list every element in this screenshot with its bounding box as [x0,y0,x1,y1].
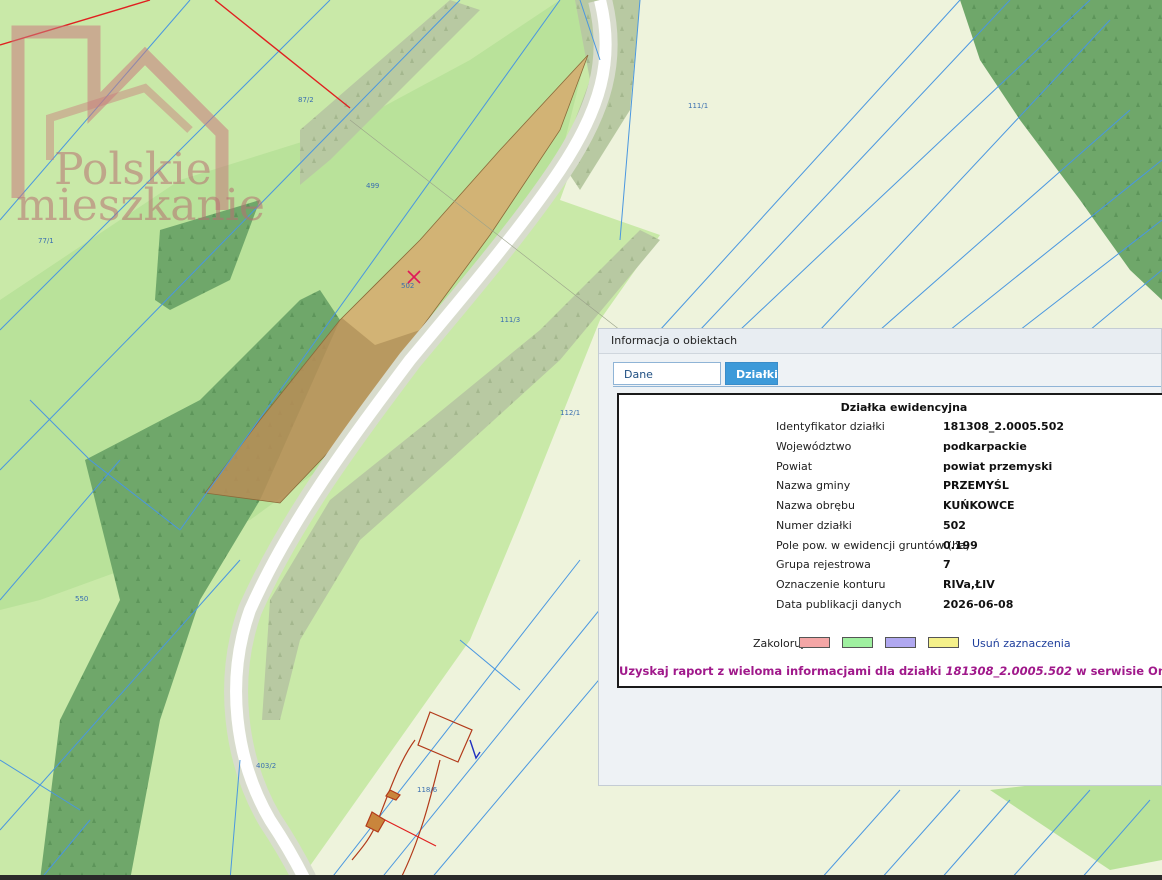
detail-row: Identyfikator działki 181308_2.0005.502 [619,420,1162,438]
report-link[interactable]: Uzyskaj raport z wieloma informacjami dl… [619,664,1162,678]
parcel-label: 499 [366,182,379,190]
color-swatch-purple[interactable] [885,637,916,648]
parcel-label: 118/6 [417,786,438,794]
detail-label: Nazwa obrębu [776,499,855,512]
watermark-text-line2: mieszkanie [16,180,265,231]
clear-selection-link[interactable]: Usuń zaznaczenia [972,637,1071,650]
detail-row: Nazwa obrębu KUŃKOWCE [619,499,1162,517]
color-swatch-red[interactable] [799,637,830,648]
detail-value: 0.199 [943,539,978,552]
parcel-label: 87/2 [298,96,314,104]
detail-label: Nazwa gminy [776,479,851,492]
plot-heading: Działka ewidencyjna [840,401,968,414]
parcel-label: 502 [401,282,414,290]
tab-plots[interactable]: Działki [725,362,778,385]
detail-row: Województwo podkarpackie [619,440,1162,458]
detail-row: Data publikacji danych 2026-06-08 [619,598,1162,616]
parcel-label: 77/1 [38,237,54,245]
detail-label: Identyfikator działki [776,420,885,433]
parcel-label: 550 [75,595,88,603]
detail-value: podkarpackie [943,440,1027,453]
detail-value: 181308_2.0005.502 [943,420,1065,433]
color-swatch-yellow[interactable] [928,637,959,648]
detail-label: Oznaczenie konturu [776,578,886,591]
report-plot-id: 181308_2.0005.502 [945,664,1072,678]
plot-details-box: Działka ewidencyjna Identyfikator działk… [617,393,1162,688]
detail-row: Numer działki 502 [619,519,1162,537]
detail-label: Numer działki [776,519,852,532]
detail-label: Województwo [776,440,852,453]
detail-value: powiat przemyski [943,460,1053,473]
detail-row: Powiat powiat przemyski [619,460,1162,478]
color-swatch-green[interactable] [842,637,873,648]
detail-value: RIVa,ŁIV [943,578,995,591]
detail-row: Oznaczenie konturu RIVa,ŁIV [619,578,1162,596]
detail-value: PRZEMYŚL [943,479,1009,492]
report-prefix: Uzyskaj raport z wieloma informacjami dl… [619,664,946,678]
detail-label: Data publikacji danych [776,598,902,611]
panel-title[interactable]: Informacja o obiektach [599,329,1161,354]
detail-value: 502 [943,519,966,532]
detail-label: Grupa rejestrowa [776,558,871,571]
detail-row: Pole pow. w ewidencji gruntów (ha) 0.199 [619,539,1162,557]
detail-row: Nazwa gminy PRZEMYŚL [619,479,1162,497]
bottom-bar [0,875,1162,880]
parcel-label: 111/3 [500,316,520,324]
detail-row: Grupa rejestrowa 7 [619,558,1162,576]
parcel-label: 112/1 [560,409,580,417]
parcel-label: 111/1 [688,102,708,110]
detail-value: 2026-06-08 [943,598,1014,611]
tab-basic-data[interactable]: Dane podstawowe [613,362,721,404]
parcel-label: 403/2 [256,762,276,770]
report-suffix: w serwisie OnGeo [1075,664,1162,678]
detail-value: KUŃKOWCE [943,499,1015,512]
detail-label: Pole pow. w ewidencji gruntów (ha) [776,539,970,552]
detail-label: Powiat [776,460,813,473]
tab-divider [613,386,1161,387]
object-info-panel: Informacja o obiektach Dane podstawowe D… [598,328,1162,786]
detail-value: 7 [943,558,951,571]
